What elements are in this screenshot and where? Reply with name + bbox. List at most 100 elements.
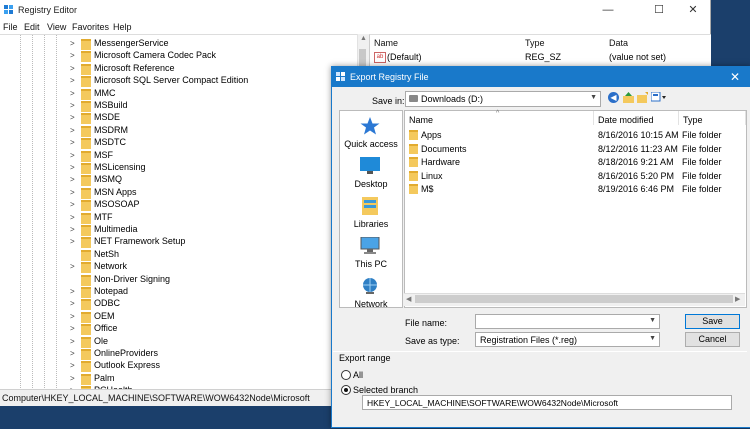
column-header-date[interactable]: Date modified (594, 111, 679, 125)
column-header-name[interactable]: Name ^ (405, 110, 594, 125)
save-in-value: Downloads (D:) (421, 94, 484, 104)
selected-branch-radio[interactable] (341, 385, 351, 395)
selected-branch-input[interactable]: HKEY_LOCAL_MACHINE\SOFTWARE\WOW6432Node\… (362, 395, 732, 410)
expand-chevron-icon[interactable]: > (70, 89, 78, 98)
minimize-button[interactable]: — (593, 3, 623, 17)
registry-tree[interactable]: > MessengerService > Microsoft Camera Codec… (0, 34, 368, 390)
expand-chevron-icon[interactable]: > (70, 175, 78, 184)
folder-icon (81, 262, 91, 274)
scroll-right-arrow-icon[interactable]: ▶ (735, 295, 740, 303)
expand-chevron-icon[interactable]: > (70, 324, 78, 333)
menu-file[interactable]: File (3, 22, 18, 32)
cancel-button[interactable]: Cancel (685, 332, 740, 347)
close-button[interactable]: ✕ (678, 3, 708, 17)
folder-icon (81, 311, 91, 323)
expand-chevron-icon[interactable]: > (70, 237, 78, 246)
expand-chevron-icon[interactable]: > (70, 188, 78, 197)
expand-chevron-icon[interactable]: > (70, 225, 78, 234)
view-menu-icon[interactable] (650, 91, 666, 103)
tree-node-label: Notepad (94, 286, 129, 296)
column-header-data[interactable]: Data (609, 38, 628, 48)
all-radio[interactable] (341, 370, 351, 380)
place-quick-access[interactable]: Quick access (340, 115, 402, 155)
export-range-label: Export range (339, 353, 391, 363)
place-this-pc[interactable]: This PC (340, 235, 402, 275)
scroll-up-arrow-icon[interactable]: ▲ (360, 35, 367, 42)
tree-guide-line (56, 35, 57, 390)
expand-chevron-icon[interactable]: > (70, 299, 78, 308)
tree-node-label: Ole (94, 335, 109, 346)
place-libraries[interactable]: Libraries (340, 195, 402, 235)
column-header-name[interactable]: Name (374, 38, 398, 48)
up-one-level-icon[interactable] (623, 92, 634, 103)
file-row[interactable]: Hardware 8/18/2016 9:21 AM File folder (405, 155, 746, 168)
tree-node-label: MSOSOAP (94, 199, 140, 210)
menu-favorites[interactable]: Favorites (72, 22, 109, 32)
tree-node-label: MSDTC (94, 137, 126, 148)
expand-chevron-icon[interactable]: > (70, 138, 78, 147)
place-desktop[interactable]: Desktop (340, 155, 402, 195)
chevron-down-icon[interactable]: ▼ (649, 317, 656, 324)
expand-chevron-icon[interactable]: > (70, 262, 78, 271)
tree-node-label: MSN Apps (94, 186, 137, 197)
computer-icon (360, 237, 380, 254)
value-row[interactable]: ab (Default) REG_SZ (value not set) (370, 50, 711, 63)
save-as-type-dropdown[interactable]: Registration Files (*.reg) ▼ (475, 332, 660, 347)
all-radio-label[interactable]: All (353, 370, 363, 380)
expand-chevron-icon[interactable]: > (70, 101, 78, 110)
column-header-type[interactable]: Type (679, 111, 746, 125)
file-row[interactable]: M$ 8/19/2016 6:46 PM File folder (405, 182, 746, 195)
expand-chevron-icon[interactable]: > (70, 76, 78, 85)
folder-icon (81, 101, 91, 112)
file-name-input[interactable]: ▼ (475, 314, 660, 329)
file-row[interactable]: Linux 8/16/2016 5:20 PM File folder (405, 169, 746, 182)
menu-edit[interactable]: Edit (24, 22, 40, 32)
libraries-icon (362, 197, 378, 215)
expand-chevron-icon[interactable]: > (70, 337, 78, 346)
tree-node-label: Microsoft Camera Codec Pack (94, 50, 217, 61)
expand-chevron-icon[interactable]: > (70, 349, 78, 358)
regedit-titlebar[interactable]: Registry Editor — ☐ ✕ (0, 0, 710, 20)
file-row[interactable]: Apps 8/16/2016 10:15 AM File folder (405, 128, 746, 141)
tree-guide-line (20, 35, 21, 390)
expand-chevron-icon[interactable]: > (70, 151, 78, 160)
file-row[interactable]: Documents 8/12/2016 11:23 AM File folder (405, 142, 746, 155)
back-icon[interactable]: ◀ (608, 92, 619, 103)
expand-chevron-icon[interactable]: > (70, 312, 78, 321)
horizontal-scroll-thumb[interactable] (415, 295, 733, 303)
file-date: 8/12/2016 11:23 AM (598, 143, 678, 154)
folder-icon (409, 157, 418, 168)
expand-chevron-icon[interactable]: > (70, 361, 78, 370)
expand-chevron-icon[interactable]: > (70, 64, 78, 73)
menu-view[interactable]: View (47, 22, 66, 32)
new-folder-icon[interactable] (637, 92, 648, 103)
expand-chevron-icon[interactable]: > (70, 113, 78, 122)
expand-chevron-icon[interactable]: > (70, 163, 78, 172)
expand-chevron-icon[interactable]: > (70, 126, 78, 135)
tree-node-label: OEM (94, 310, 115, 321)
expand-chevron-icon[interactable]: > (70, 374, 78, 383)
place-network[interactable]: Network (340, 275, 402, 315)
expand-chevron-icon[interactable]: > (70, 200, 78, 209)
folder-icon (81, 125, 91, 137)
save-in-dropdown[interactable]: Downloads (D:) ▼ (405, 91, 601, 107)
expand-chevron-icon[interactable]: > (70, 213, 78, 222)
file-list[interactable]: Name ^ Date modified Type Apps 8/16/2016 … (404, 110, 747, 308)
menu-help[interactable]: Help (113, 22, 132, 32)
regedit-title: Registry Editor (18, 5, 78, 15)
scroll-left-arrow-icon[interactable]: ◀ (406, 295, 411, 303)
expand-chevron-icon[interactable]: > (70, 287, 78, 296)
column-header-type[interactable]: Type (525, 38, 545, 48)
folder-icon (409, 143, 418, 154)
registry-editor-icon (336, 72, 345, 81)
folder-icon (81, 212, 91, 224)
selected-branch-label[interactable]: Selected branch (353, 385, 418, 395)
dialog-close-button[interactable]: ✕ (720, 67, 750, 87)
expand-chevron-icon[interactable]: > (70, 51, 78, 60)
expand-chevron-icon[interactable]: > (70, 39, 78, 48)
maximize-button[interactable]: ☐ (644, 3, 674, 17)
folder-icon (81, 175, 91, 187)
folder-icon (81, 237, 91, 249)
save-button[interactable]: Save (685, 314, 740, 329)
dialog-titlebar[interactable]: Export Registry File ✕ (332, 67, 750, 87)
